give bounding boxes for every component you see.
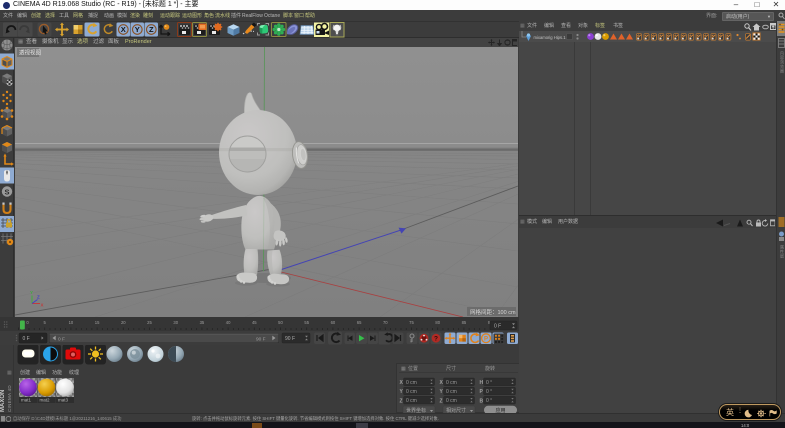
svg-text:mat1: mat1 bbox=[21, 398, 32, 403]
svg-text:?: ? bbox=[434, 336, 438, 343]
svg-text:15: 15 bbox=[95, 320, 100, 325]
svg-text:网格间距：100 cm: 网格间距：100 cm bbox=[470, 308, 516, 316]
svg-text:Z: Z bbox=[440, 398, 443, 404]
svg-text:80: 80 bbox=[435, 320, 440, 325]
svg-text:0 cm: 0 cm bbox=[446, 380, 457, 386]
svg-text:Y: Y bbox=[135, 25, 140, 34]
svg-text:0 °: 0 ° bbox=[486, 389, 492, 395]
svg-text:90 F: 90 F bbox=[256, 336, 266, 342]
svg-text:X: X bbox=[440, 380, 444, 386]
svg-text:60: 60 bbox=[331, 320, 336, 325]
svg-text:Y: Y bbox=[400, 389, 404, 395]
svg-text:透视视图: 透视视图 bbox=[19, 49, 42, 57]
svg-text:X: X bbox=[400, 380, 404, 386]
svg-text:75: 75 bbox=[409, 320, 414, 325]
svg-text:70: 70 bbox=[383, 320, 388, 325]
svg-text:0 cm: 0 cm bbox=[446, 398, 457, 404]
svg-text:0: 0 bbox=[26, 320, 29, 325]
svg-text:45: 45 bbox=[252, 320, 257, 325]
svg-text:55: 55 bbox=[304, 320, 309, 325]
svg-text:Z: Z bbox=[149, 25, 154, 34]
svg-text:65: 65 bbox=[357, 320, 362, 325]
svg-text:0 F: 0 F bbox=[23, 336, 30, 342]
svg-text:35: 35 bbox=[200, 320, 205, 325]
svg-text:P: P bbox=[484, 337, 488, 343]
svg-text:mat2: mat2 bbox=[40, 398, 51, 403]
svg-text:30: 30 bbox=[173, 320, 178, 325]
svg-text:0 cm: 0 cm bbox=[406, 398, 417, 404]
svg-text:5: 5 bbox=[44, 320, 47, 325]
svg-text:85: 85 bbox=[462, 320, 467, 325]
svg-text:0 cm: 0 cm bbox=[406, 380, 417, 386]
svg-text:mixamorig Hips.1: mixamorig Hips.1 bbox=[534, 35, 566, 40]
svg-text:P: P bbox=[480, 389, 484, 395]
svg-text:Z: Z bbox=[37, 295, 40, 300]
svg-text:H: H bbox=[480, 380, 484, 386]
svg-text:X: X bbox=[41, 303, 44, 308]
svg-text:B: B bbox=[480, 398, 484, 404]
svg-text:0 F: 0 F bbox=[494, 324, 501, 330]
svg-text:Y: Y bbox=[30, 290, 33, 295]
svg-text:0 cm: 0 cm bbox=[446, 389, 457, 395]
svg-text:10: 10 bbox=[69, 320, 74, 325]
svg-text:50: 50 bbox=[278, 320, 283, 325]
svg-text:0 °: 0 ° bbox=[486, 380, 492, 386]
svg-text:0 cm: 0 cm bbox=[406, 389, 417, 395]
svg-text:0 F: 0 F bbox=[58, 336, 65, 342]
svg-text:20: 20 bbox=[121, 320, 126, 325]
svg-text:0 °: 0 ° bbox=[486, 398, 492, 404]
svg-text:90 F: 90 F bbox=[285, 336, 295, 342]
svg-text:X: X bbox=[121, 25, 126, 34]
svg-text:S: S bbox=[4, 188, 9, 197]
svg-text:40: 40 bbox=[226, 320, 231, 325]
svg-text:Z: Z bbox=[400, 398, 403, 404]
svg-text:mat3: mat3 bbox=[58, 398, 69, 403]
svg-text:25: 25 bbox=[147, 320, 152, 325]
svg-text:Y: Y bbox=[440, 389, 444, 395]
